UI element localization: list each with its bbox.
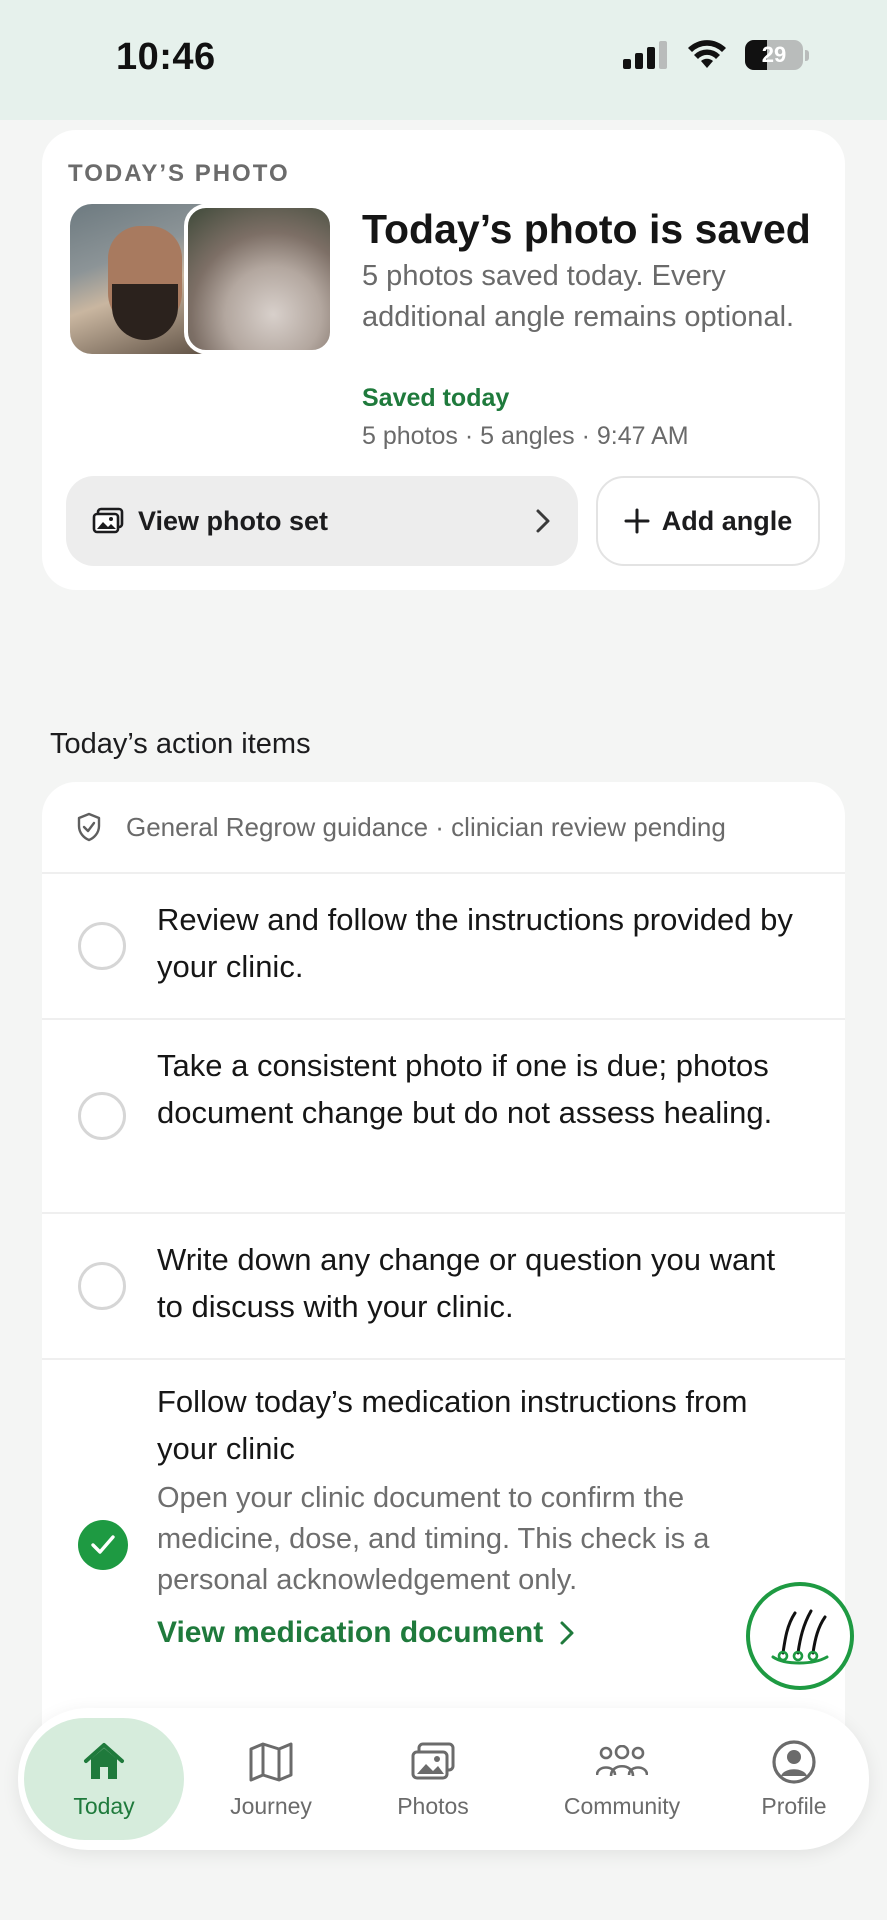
photo-section-label: TODAY’S PHOTO xyxy=(68,160,290,187)
photo-thumbnail-scalp[interactable] xyxy=(184,204,334,354)
hair-follicle-icon xyxy=(771,1609,829,1665)
nav-label: Journey xyxy=(230,1792,312,1819)
nav-photos[interactable]: Photos xyxy=(358,1718,508,1840)
plus-icon xyxy=(624,508,650,534)
battery-percent: 29 xyxy=(761,42,787,67)
community-icon xyxy=(596,1744,648,1776)
guidance-text: General Regrow guidance · clinician revi… xyxy=(126,811,726,842)
action-item[interactable]: Review and follow the instructions provi… xyxy=(42,874,845,1020)
view-photo-set-label: View photo set xyxy=(138,505,329,536)
action-item[interactable]: Write down any change or question you wa… xyxy=(42,1214,845,1360)
saved-status: Saved today xyxy=(362,384,510,412)
battery-icon: 29 xyxy=(745,40,803,70)
status-bar: 10:46 29 xyxy=(0,0,887,120)
item-text: Review and follow the instructions provi… xyxy=(157,902,793,984)
item-text: Write down any change or question you wa… xyxy=(157,1242,776,1324)
chevron-right-icon xyxy=(536,509,550,533)
add-angle-label: Add angle xyxy=(661,505,793,536)
photo-meta: 5 photos · 5 angles · 9:47 AM xyxy=(362,422,689,450)
item-checkbox[interactable] xyxy=(78,1092,126,1140)
item-checkbox[interactable] xyxy=(78,1262,126,1310)
profile-icon xyxy=(772,1739,816,1784)
status-time: 10:46 xyxy=(116,36,216,78)
todays-photo-card: TODAY’S PHOTO Today’s photo is saved 5 p… xyxy=(42,130,845,590)
nav-label: Today xyxy=(73,1792,135,1819)
photos-icon xyxy=(411,1742,455,1779)
nav-today[interactable]: Today xyxy=(24,1718,184,1840)
view-medication-document-link[interactable]: View medication document xyxy=(157,1616,575,1650)
add-angle-button[interactable]: Add angle xyxy=(596,476,820,566)
home-icon xyxy=(84,1742,124,1779)
signal-icon xyxy=(623,41,667,69)
nav-label: Profile xyxy=(761,1792,827,1819)
nav-profile[interactable]: Profile xyxy=(724,1718,864,1840)
item-subtext: Open your clinic document to confirm the… xyxy=(157,1482,710,1596)
photos-icon xyxy=(92,507,124,534)
nav-label: Photos xyxy=(397,1792,469,1819)
photo-description: 5 photos saved today. Every additional a… xyxy=(362,260,795,333)
status-icons: 29 xyxy=(623,40,809,70)
map-icon xyxy=(249,1742,293,1781)
hair-assistant-button[interactable] xyxy=(746,1582,854,1690)
nav-label: Community xyxy=(563,1792,681,1819)
action-items-title: Today’s action items xyxy=(50,728,311,760)
medication-link-label: View medication document xyxy=(157,1616,544,1649)
nav-community[interactable]: Community xyxy=(534,1718,710,1840)
item-checkbox[interactable] xyxy=(78,922,126,970)
bottom-navigation: Today Journey Photos Community Profile xyxy=(18,1708,869,1850)
item-text: Follow today’s medication instructions f… xyxy=(157,1384,748,1466)
photo-title: Today’s photo is saved xyxy=(362,206,811,252)
wifi-icon xyxy=(688,40,726,68)
shield-check-icon xyxy=(77,812,101,842)
view-photo-set-button[interactable]: View photo set xyxy=(66,476,578,566)
checkmark-icon xyxy=(91,1535,115,1554)
photo-thumbnails[interactable] xyxy=(70,204,334,354)
chevron-right-icon xyxy=(560,1621,574,1645)
item-checkbox-checked[interactable] xyxy=(78,1520,128,1570)
action-items-card: General Regrow guidance · clinician revi… xyxy=(42,782,845,1822)
item-text: Take a consistent photo if one is due; p… xyxy=(157,1048,773,1130)
action-item[interactable]: Take a consistent photo if one is due; p… xyxy=(42,1020,845,1214)
nav-journey[interactable]: Journey xyxy=(196,1718,346,1840)
guidance-banner: General Regrow guidance · clinician revi… xyxy=(42,782,845,874)
